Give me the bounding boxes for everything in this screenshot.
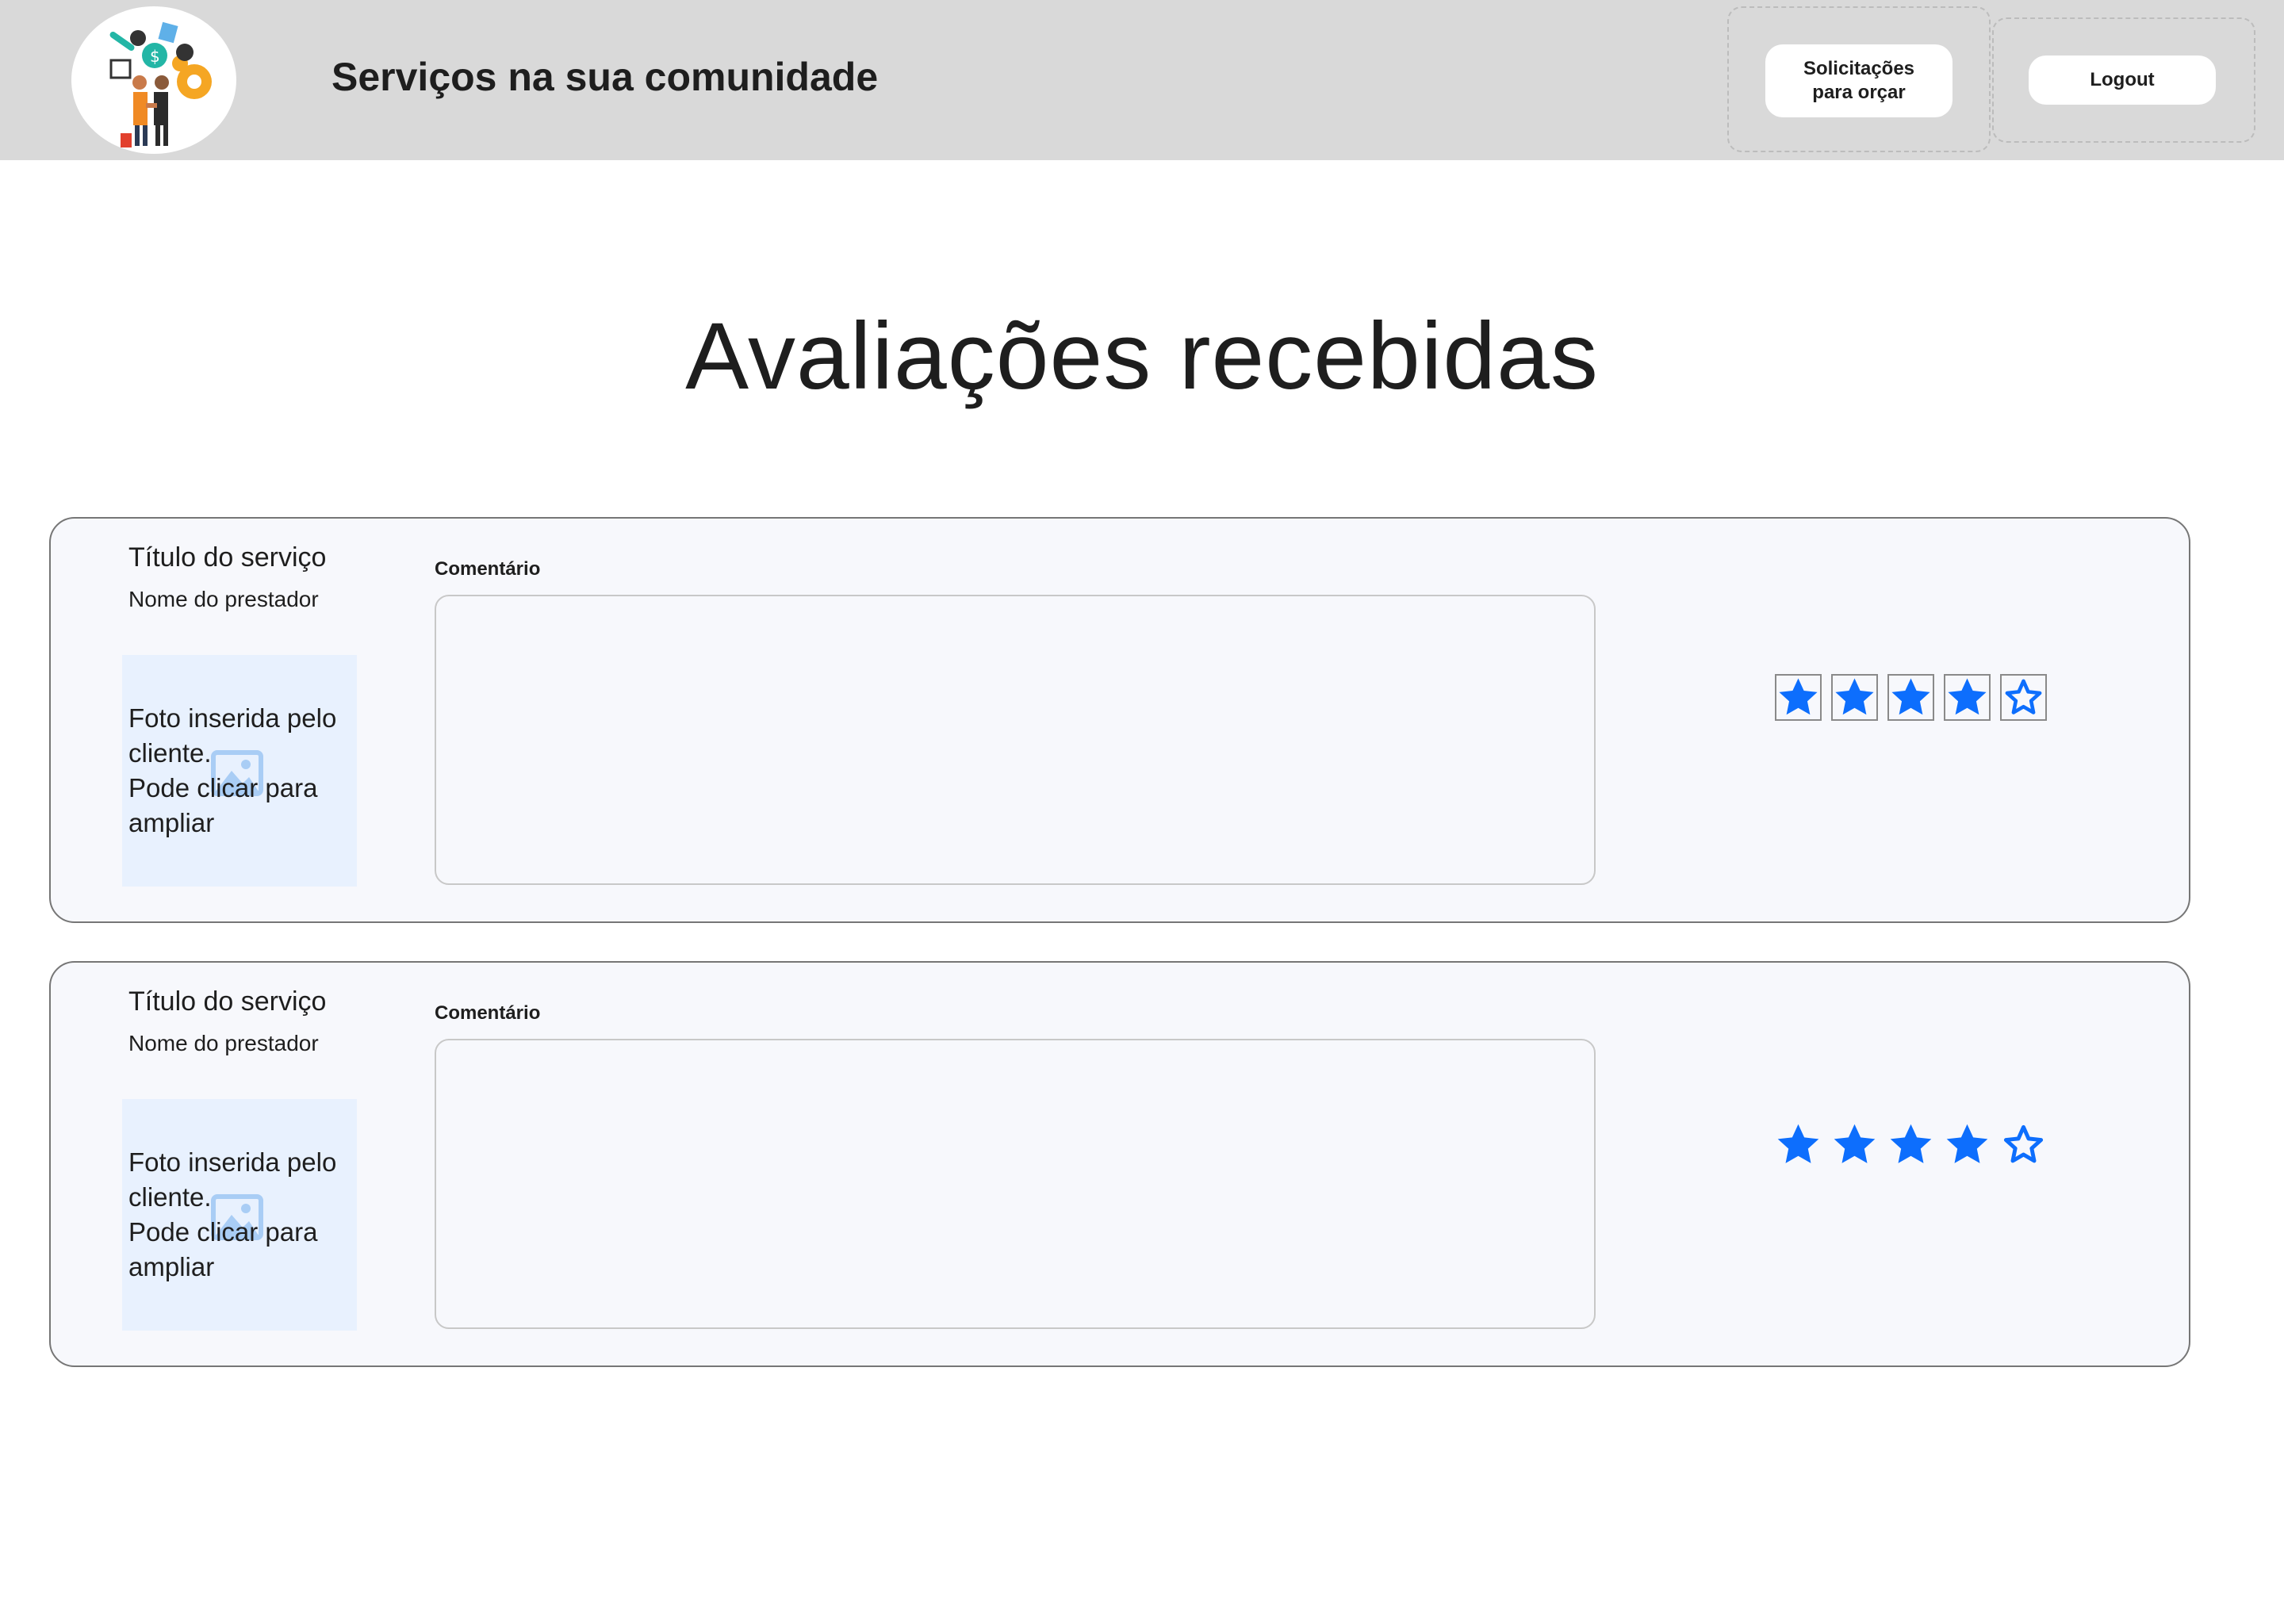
- review-card: Título do serviço Nome do prestador Foto…: [49, 961, 2190, 1367]
- star-filled-icon[interactable]: [1944, 674, 1991, 721]
- photo-caption: Foto inserida pelo cliente. Pode clicar …: [128, 1147, 337, 1281]
- rating-stars: [1775, 1121, 2047, 1168]
- logout-button[interactable]: Logout: [2029, 56, 2216, 105]
- star-filled-icon[interactable]: [1887, 1121, 1934, 1168]
- star-filled-icon[interactable]: [1775, 1121, 1822, 1168]
- rating-stars: [1775, 674, 2047, 721]
- comment-label: Comentário: [435, 1002, 541, 1024]
- review-card: Título do serviço Nome do prestador Foto…: [49, 517, 2190, 923]
- site-title: Serviços na sua comunidade: [331, 55, 879, 99]
- solicitacoes-para-orcar-button[interactable]: Solicitações para orçar: [1765, 44, 1953, 117]
- logo-illustration: $: [109, 21, 212, 147]
- service-title: Título do serviço: [128, 542, 327, 573]
- star-outline-icon[interactable]: [2000, 1121, 2047, 1168]
- top-header: $ Serviços na sua comunidade Solicitaçõe…: [0, 0, 2284, 160]
- community-services-logo[interactable]: $: [71, 6, 236, 154]
- client-photo[interactable]: Foto inserida pelo cliente. Pode clicar …: [122, 655, 357, 887]
- provider-name: Nome do prestador: [128, 1031, 319, 1055]
- comment-field[interactable]: [435, 1039, 1596, 1329]
- photo-caption: Foto inserida pelo cliente. Pode clicar …: [128, 703, 337, 837]
- comment-label: Comentário: [435, 558, 541, 580]
- comment-field[interactable]: [435, 595, 1596, 885]
- star-filled-icon[interactable]: [1775, 674, 1822, 721]
- service-title: Título do serviço: [128, 986, 327, 1017]
- svg-text:$: $: [150, 47, 160, 66]
- star-filled-icon[interactable]: [1831, 1121, 1878, 1168]
- star-filled-icon[interactable]: [1831, 674, 1878, 721]
- star-filled-icon[interactable]: [1887, 674, 1934, 721]
- page-title: Avaliações recebidas: [685, 303, 1599, 409]
- star-outline-icon[interactable]: [2000, 674, 2047, 721]
- star-filled-icon[interactable]: [1944, 1121, 1991, 1168]
- provider-name: Nome do prestador: [128, 587, 319, 611]
- client-photo[interactable]: Foto inserida pelo cliente. Pode clicar …: [122, 1099, 357, 1331]
